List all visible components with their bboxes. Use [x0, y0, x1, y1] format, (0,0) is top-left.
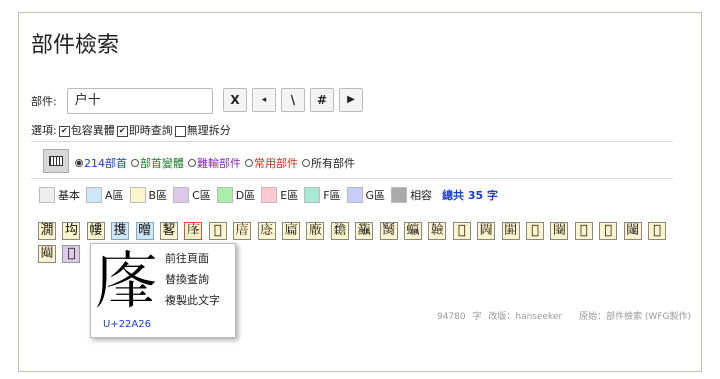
- result-char[interactable]: 𨮁: [452, 222, 471, 240]
- result-char[interactable]: 𢊰: [306, 222, 325, 240]
- result-char[interactable]: 𨶚: [574, 222, 593, 240]
- footer-source: 原始：部件檢索 (WFG製作): [579, 312, 691, 322]
- variant-checkbox[interactable]: ✔: [58, 125, 70, 137]
- divider: [31, 141, 673, 142]
- footer: 94780 字 改版：hanseeker 原始：部件檢索 (WFG製作): [433, 309, 691, 322]
- popup-char: 𢈦: [95, 245, 158, 318]
- block-legend: 基本 A區 B區 C區 D區 E區 F區 G區 相容 總共 35 字: [39, 187, 498, 203]
- radio-radical-variants-label: 部首變體: [140, 157, 184, 170]
- popup-codepoint: U+22A26: [103, 319, 151, 330]
- footer-edition: 改版：hanseeker: [488, 312, 563, 322]
- char-popup: 𢈦 U+22A26 前往頁面 替換查詢 複製此文字: [90, 243, 236, 338]
- footer-count: 94780: [436, 312, 466, 322]
- result-char[interactable]: 𢉩: [233, 222, 252, 240]
- search-run-button[interactable]: ▶: [339, 88, 363, 112]
- result-char[interactable]: 𨷆: [550, 222, 569, 240]
- radio-214-radicals[interactable]: [75, 159, 83, 167]
- menu-copy-text[interactable]: 複製此文字: [165, 290, 220, 311]
- component-input[interactable]: 户十: [66, 88, 213, 114]
- irregular-split-checkbox-label: 無理拆分: [186, 124, 231, 137]
- variant-checkbox-label: 包容異體: [70, 124, 115, 137]
- result-char[interactable]: 㗉: [160, 222, 178, 240]
- legend-f: F區: [304, 187, 341, 203]
- options-row: 選項: ✔ 包容異體 ✔ 即時查詢 無理拆分: [31, 122, 231, 138]
- legend-b: B區: [129, 187, 167, 203]
- legend-d: D區: [216, 187, 255, 203]
- result-char[interactable]: 㘬: [62, 222, 81, 240]
- result-char[interactable]: 𢈸: [257, 222, 276, 240]
- result-char[interactable]: 𦡼: [379, 222, 398, 240]
- menu-replace-query[interactable]: 替換查詢: [165, 269, 220, 290]
- result-char[interactable]: 㵎: [38, 222, 56, 240]
- result-char[interactable]: 㡞: [86, 222, 105, 240]
- radio-common-components-label: 常用部件: [254, 157, 298, 170]
- result-char[interactable]: 𨷐: [38, 245, 56, 263]
- legend-compat: 相容: [391, 187, 432, 203]
- legend-e: E區: [261, 187, 298, 203]
- component-search-panel: 部件檢索 部件: 户十 X ◂ \ # ▶ 選項: ✔ 包容異體 ✔ 即時查詢 …: [18, 12, 702, 372]
- clear-button[interactable]: X: [223, 88, 247, 112]
- result-char[interactable]: 𨵗: [501, 222, 520, 240]
- result-char[interactable]: 𨶩: [599, 222, 618, 240]
- radio-common-components[interactable]: [245, 159, 253, 167]
- result-char[interactable]: 𨳵: [477, 222, 496, 240]
- legend-a: A區: [86, 187, 124, 203]
- instant-query-checkbox[interactable]: ✔: [116, 125, 128, 137]
- radio-radical-variants[interactable]: [131, 159, 139, 167]
- page-title: 部件檢索: [31, 33, 120, 58]
- result-total: 總共 35 字: [442, 189, 499, 202]
- separator-button[interactable]: \: [281, 88, 305, 112]
- radio-all-components[interactable]: [302, 159, 310, 167]
- options-label: 選項:: [31, 124, 57, 137]
- result-char[interactable]: 𣠳: [330, 222, 349, 240]
- menu-goto-page[interactable]: 前往頁面: [165, 248, 220, 269]
- result-char[interactable]: 𧕳: [404, 222, 422, 240]
- result-char[interactable]: 𤅴: [355, 222, 374, 240]
- backspace-button[interactable]: ◂: [252, 88, 276, 112]
- result-char[interactable]: 𨶐: [526, 222, 544, 240]
- hash-button[interactable]: #: [310, 88, 334, 112]
- keyboard-icon[interactable]: [43, 149, 69, 173]
- instant-query-checkbox-label: 即時查詢: [128, 124, 173, 137]
- result-char[interactable]: 𨷃: [623, 222, 642, 240]
- result-char[interactable]: 㨦: [111, 222, 130, 240]
- radio-hard-components[interactable]: [188, 159, 196, 167]
- result-char[interactable]: 𨷌: [648, 222, 666, 240]
- popup-menu: 前往頁面 替換查詢 複製此文字: [165, 248, 220, 311]
- legend-g: G區: [346, 187, 385, 203]
- result-char[interactable]: 𢉞: [282, 222, 300, 240]
- legend-c: C區: [173, 187, 211, 203]
- legend-basic: 基本: [39, 187, 80, 203]
- search-label: 部件:: [31, 95, 57, 108]
- radical-set-radios: 214部首 部首變體 難輸部件 常用部件 所有部件: [71, 155, 355, 171]
- result-char[interactable]: 𥏦: [62, 245, 81, 263]
- radio-all-components-label: 所有部件: [311, 157, 355, 170]
- result-char[interactable]: 𢈦: [184, 222, 203, 240]
- divider: [31, 178, 673, 179]
- radio-214-radicals-label: 214部首: [84, 157, 127, 170]
- footer-unit: 字: [472, 312, 482, 322]
- result-char[interactable]: 𢈧: [208, 222, 227, 240]
- radio-hard-components-label: 難輸部件: [197, 157, 241, 170]
- result-char[interactable]: 㬝: [135, 222, 154, 240]
- search-row: 部件: 户十: [31, 86, 213, 116]
- result-char[interactable]: 𩏩: [428, 222, 447, 240]
- irregular-split-checkbox[interactable]: [174, 125, 186, 137]
